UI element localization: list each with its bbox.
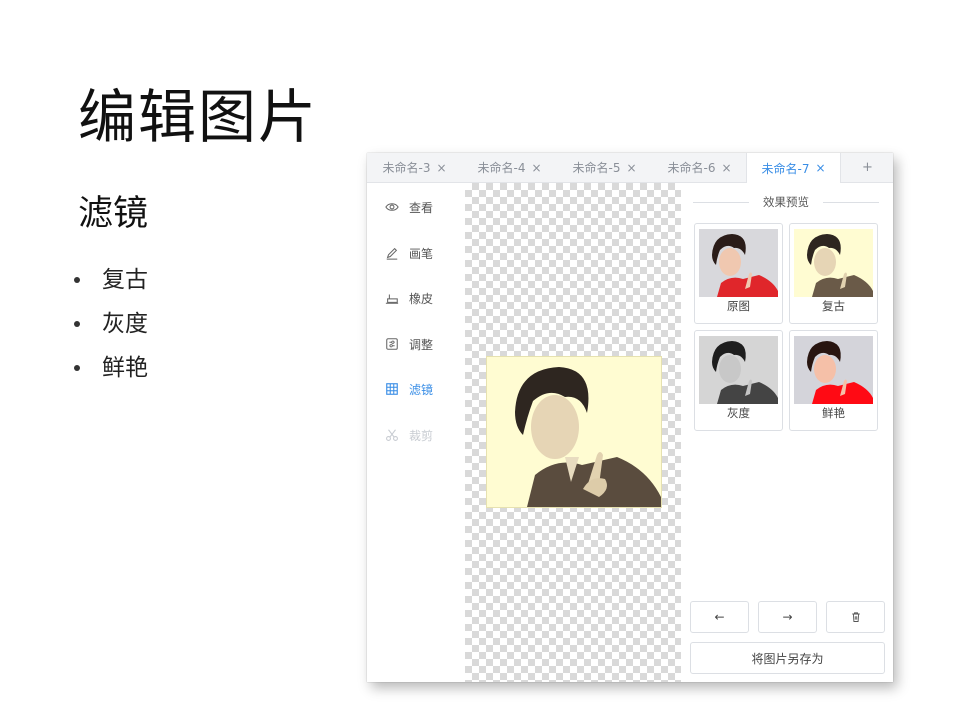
filter-thumbnail (699, 336, 778, 404)
tool-label: 滤镜 (409, 382, 434, 397)
tool-label: 裁剪 (409, 428, 434, 443)
bullet-text: 复古 (102, 267, 148, 293)
tool-label: 查看 (409, 200, 434, 215)
bullet-list: 复古 灰度 鲜艳 (74, 258, 148, 390)
edited-photo[interactable] (486, 356, 662, 508)
divider (693, 201, 749, 203)
redo-button[interactable]: → (758, 601, 817, 633)
pen-icon (386, 247, 398, 260)
save-as-label: 将图片另存为 (751, 651, 824, 666)
filter-thumbnail (794, 336, 873, 404)
close-icon[interactable]: × (531, 161, 541, 175)
image-canvas[interactable] (465, 183, 681, 682)
tab-label: 未命名-7 (761, 161, 810, 176)
tab-label: 未命名-4 (477, 161, 526, 175)
arrow-right-icon: → (782, 610, 793, 624)
tool-label: 画笔 (409, 246, 434, 261)
preview-header: 效果预览 (693, 193, 879, 211)
slide-title: 编辑图片 (78, 83, 319, 151)
save-as-button[interactable]: 将图片另存为 (690, 642, 885, 674)
filter-label: 原图 (727, 299, 750, 313)
tab-untitled-7[interactable]: 未命名-7 × (746, 153, 841, 183)
delete-button[interactable] (826, 601, 885, 633)
close-icon[interactable]: × (721, 161, 731, 175)
bullet-text: 灰度 (102, 311, 148, 337)
preview-title: 效果预览 (763, 195, 809, 209)
add-tab-button[interactable]: + (842, 153, 893, 182)
trash-icon (851, 612, 860, 622)
tool-label: 调整 (409, 337, 434, 352)
scissors-icon (386, 429, 398, 441)
portrait-image (487, 357, 661, 507)
tool-eraser[interactable]: 橡皮 (385, 287, 433, 309)
close-icon[interactable]: × (436, 161, 446, 175)
bullet-dot-icon (74, 321, 80, 327)
tool-adjust[interactable]: 调整 (385, 333, 433, 355)
tab-untitled-4[interactable]: 未命名-4 × (462, 153, 557, 182)
bullet-item: 灰度 (74, 302, 148, 346)
eye-icon (385, 203, 399, 211)
tool-view[interactable]: 查看 (385, 196, 433, 218)
undo-button[interactable]: ← (690, 601, 749, 633)
filter-label: 复古 (822, 299, 845, 313)
adjust-icon (386, 338, 398, 350)
arrow-left-icon: ← (714, 610, 725, 624)
filter-thumbnail (794, 229, 873, 297)
tool-filter[interactable]: 滤镜 (385, 378, 433, 400)
filter-card-grayscale[interactable]: 灰度 (694, 330, 783, 431)
divider (823, 201, 879, 203)
tab-label: 未命名-5 (572, 161, 621, 175)
tool-sidebar: 查看 画笔 橡皮 调整 滤镜 裁剪 (367, 183, 465, 682)
tab-untitled-6[interactable]: 未命名-6 × (652, 153, 747, 182)
editor-window: 未命名-3 × 未命名-4 × 未命名-5 × 未命名-6 × 未命名-7 × … (367, 153, 893, 682)
filter-card-original[interactable]: 原图 (694, 223, 783, 324)
close-icon[interactable]: × (626, 161, 636, 175)
tab-label: 未命名-3 (382, 161, 431, 175)
filter-card-vintage[interactable]: 复古 (789, 223, 878, 324)
filter-panel: 效果预览 原图 复古 灰度 鲜艳 ← → 将图片另存为 (681, 183, 893, 682)
filter-icon (386, 383, 398, 395)
tab-untitled-3[interactable]: 未命名-3 × (367, 153, 462, 182)
tool-crop[interactable]: 裁剪 (385, 424, 433, 446)
filter-label: 鲜艳 (822, 406, 845, 420)
eraser-icon (385, 294, 399, 304)
bullet-text: 鲜艳 (102, 355, 148, 381)
tab-untitled-5[interactable]: 未命名-5 × (557, 153, 652, 182)
bullet-dot-icon (74, 365, 80, 371)
tool-label: 橡皮 (409, 291, 434, 306)
filter-thumbnail (699, 229, 778, 297)
tool-pen[interactable]: 画笔 (385, 242, 433, 264)
tab-label: 未命名-6 (667, 161, 716, 175)
bullet-dot-icon (74, 277, 80, 283)
close-icon[interactable]: × (815, 161, 825, 175)
tab-bar: 未命名-3 × 未命名-4 × 未命名-5 × 未命名-6 × 未命名-7 × … (367, 153, 893, 183)
filter-label: 灰度 (727, 406, 750, 420)
filter-card-vivid[interactable]: 鲜艳 (789, 330, 878, 431)
bullet-item: 鲜艳 (74, 346, 148, 390)
slide-subtitle: 滤镜 (78, 194, 149, 234)
bullet-item: 复古 (74, 258, 148, 302)
